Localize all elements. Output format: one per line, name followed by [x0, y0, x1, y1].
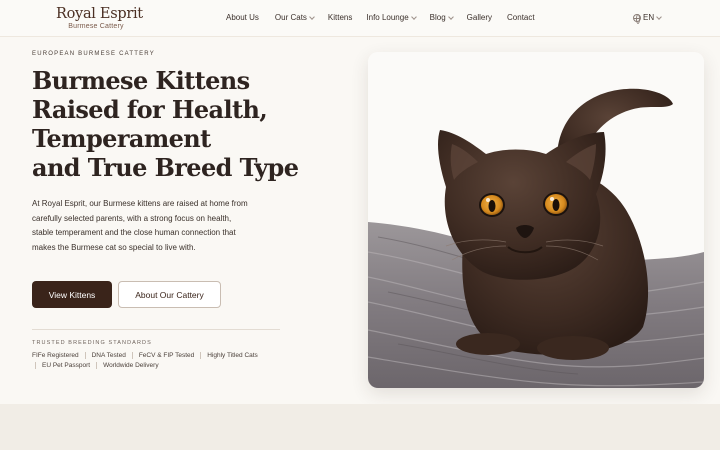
chevron-down-icon: [447, 13, 454, 20]
view-kittens-button[interactable]: View Kittens: [32, 281, 112, 308]
headline-line: Burmese Kittens: [32, 66, 250, 95]
nav-info-lounge[interactable]: Info Lounge: [366, 13, 417, 22]
divider: [32, 329, 280, 330]
logo-name[interactable]: Royal Esprit: [56, 5, 143, 23]
about-cattery-button[interactable]: About Our Cattery: [118, 281, 221, 308]
badge-label: FIFe Registered: [32, 352, 79, 359]
nav-label[interactable]: Blog: [430, 13, 446, 22]
trust-badges: FIFe Registered DNA Tested FeCV & FIP Te…: [32, 352, 282, 369]
separator: [131, 352, 133, 359]
badge-label: EU Pet Passport: [42, 362, 91, 369]
nav-label[interactable]: Our Cats: [275, 13, 307, 22]
badge-label: DNA Tested: [91, 352, 126, 359]
badge-item: EU Pet Passport: [35, 362, 103, 369]
headline-line: Temperament: [32, 124, 211, 153]
language-selector[interactable]: EN: [633, 13, 662, 24]
separator: [200, 352, 202, 359]
logo-tagline: Burmese Cattery: [68, 23, 124, 30]
nav-about-us[interactable]: About Us: [226, 13, 259, 22]
badge-item: FeCV & FIP Tested: [139, 352, 207, 359]
nav-kittens[interactable]: Kittens: [328, 13, 352, 22]
separator: [84, 352, 86, 359]
badge-label: Worldwide Delivery: [103, 362, 159, 369]
nav-gallery[interactable]: Gallery: [467, 13, 492, 22]
trusted-standards-title: TRUSTED BREEDING STANDARDS: [32, 340, 152, 346]
nav-label[interactable]: Info Lounge: [366, 13, 408, 22]
badge-item: Worldwide Delivery: [103, 362, 159, 369]
hero-headline: Burmese Kittens Raised for Health, Tempe…: [32, 66, 332, 182]
headline-line: Raised for Health,: [32, 95, 268, 124]
chevron-down-icon: [410, 13, 417, 20]
next-section-band: [0, 404, 720, 450]
badge-item: Highly Titled Cats: [207, 352, 258, 359]
logo[interactable]: Royal Esprit Burmese Cattery: [56, 5, 143, 30]
nav-blog[interactable]: Blog: [430, 13, 454, 22]
badge-item: FIFe Registered: [32, 352, 92, 359]
separator: [35, 362, 36, 369]
chevron-down-icon: [309, 13, 315, 20]
globe-icon: [633, 13, 641, 24]
site-header: Royal Esprit Burmese Cattery About Us Ou…: [0, 0, 720, 37]
nav-label[interactable]: Kittens: [328, 13, 352, 22]
nav-our-cats[interactable]: Our Cats: [275, 13, 315, 22]
nav-label[interactable]: About Us: [226, 13, 259, 22]
badge-label: FeCV & FIP Tested: [138, 352, 195, 359]
badge-label: Highly Titled Cats: [207, 352, 258, 359]
nav-label[interactable]: Gallery: [467, 13, 492, 22]
separator: [96, 362, 98, 369]
burmese-cat-illustration: [368, 52, 704, 388]
hero-eyebrow: EUROPEAN BURMESE CATTERY: [32, 51, 155, 57]
badge-item: DNA Tested: [92, 352, 139, 359]
headline-line: and True Breed Type: [32, 153, 299, 182]
nav-contact[interactable]: Contact: [507, 13, 535, 22]
hero-cat-photo: [368, 52, 704, 388]
language-label[interactable]: EN: [643, 13, 654, 22]
chevron-down-icon: [656, 13, 662, 20]
main-nav: About Us Our Cats Kittens Info Lounge Bl…: [226, 13, 535, 22]
nav-label[interactable]: Contact: [507, 13, 535, 22]
hero-intro: At Royal Esprit, our Burmese kittens are…: [32, 199, 248, 252]
